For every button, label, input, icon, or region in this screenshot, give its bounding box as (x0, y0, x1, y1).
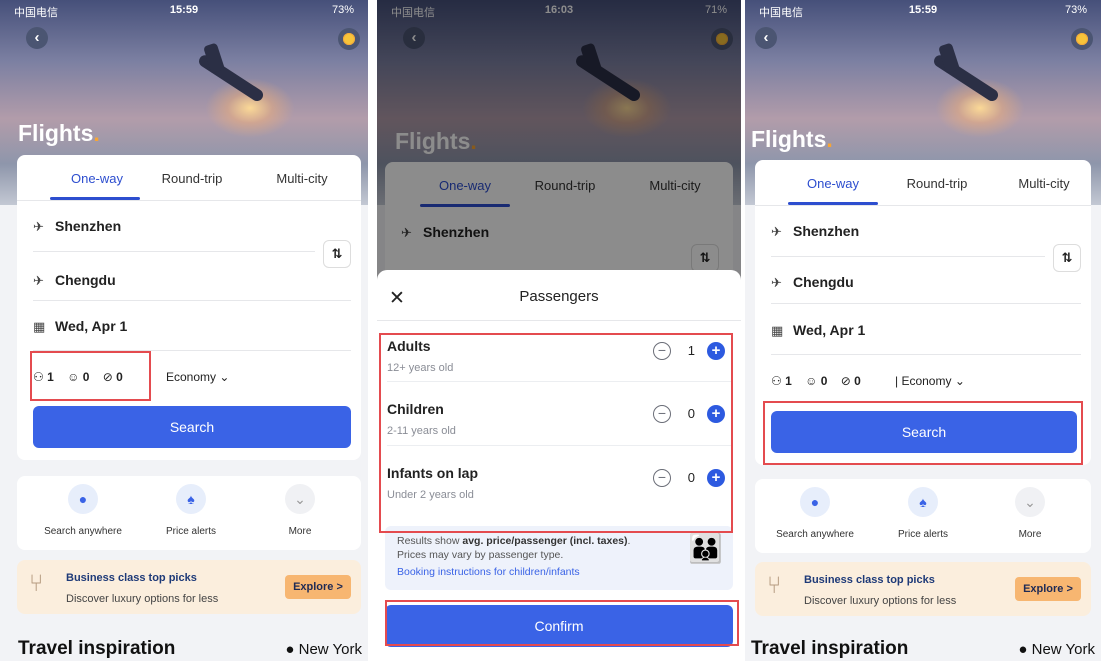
confirm-highlight-box (385, 600, 739, 646)
chevron-down-icon: ⌄ (1015, 487, 1045, 517)
passenger-highlight-box (30, 351, 151, 401)
destination-field[interactable]: ✈ Chengdu (33, 272, 116, 289)
explore-button[interactable]: Explore > (285, 575, 351, 599)
sheet-divider (377, 320, 741, 321)
child-icon: ☺ 0 (805, 374, 828, 388)
price-note: Results show avg. price/passenger (incl.… (385, 526, 733, 590)
promo-title: Business class top picks (804, 574, 935, 586)
origin-field[interactable]: ✈ Shenzhen (33, 218, 121, 235)
date-field[interactable]: ▦ Wed, Apr 1 (33, 318, 127, 335)
adult-count: 1 (785, 374, 792, 388)
promo-banner[interactable]: ⑂ Business class top picks Discover luxu… (17, 560, 361, 614)
swap-button[interactable]: ⇅ (323, 240, 351, 268)
cabin-selector[interactable]: Economy ⌄ (166, 370, 229, 384)
takeoff-icon: ✈ (33, 219, 44, 234)
search-button[interactable]: Search (33, 406, 351, 448)
date-field[interactable]: ▦ Wed, Apr 1 (771, 322, 865, 339)
tab-round-trip[interactable]: Round-trip (882, 176, 992, 191)
adult-icon: ⚇ 1 (771, 374, 792, 388)
note-text: Results show avg. price/passenger (incl.… (397, 535, 631, 561)
passenger-rows-highlight-box (379, 333, 733, 533)
shortcut-search-anywhere[interactable]: ● Search anywhere (33, 484, 133, 537)
battery-label: 73% (331, 4, 354, 16)
status-bar: 中国电信 15:59 73% (745, 0, 1101, 22)
screen-search-panel-1: 中国电信 15:59 73% ‹ Flights. One-way Round-… (0, 0, 368, 661)
origin-field[interactable]: ✈ Shenzhen (771, 223, 859, 240)
tab-round-trip[interactable]: Round-trip (137, 171, 247, 186)
infant-count: 0 (854, 374, 861, 388)
tab-one-way[interactable]: One-way (778, 176, 888, 191)
tab-multi-city[interactable]: Multi-city (247, 171, 357, 186)
screen-search-panel-3: 中国电信 15:59 73% ‹ Flights. One-way Round-… (745, 0, 1101, 661)
infant-icon: ⊘ 0 (840, 374, 861, 388)
seat-icon: ⑂ (29, 570, 44, 597)
coin-icon[interactable] (1071, 28, 1093, 50)
origin-divider (771, 256, 1045, 257)
location-selector[interactable]: ● New York (285, 641, 362, 658)
clock: 15:59 (908, 4, 938, 16)
destination-divider (771, 303, 1081, 304)
back-button[interactable]: ‹ (26, 27, 48, 49)
sheet-title: Passengers (519, 288, 599, 305)
promo-subtitle: Discover luxury options for less (804, 595, 957, 607)
seat-icon: ⑂ (767, 572, 782, 599)
shortcut-more[interactable]: ⌄ More (980, 487, 1080, 540)
globe-icon: ● (68, 484, 98, 514)
page-title: Flights. (18, 120, 100, 146)
passenger-selector[interactable]: ⚇ 1 ☺ 0 ⊘ 0 (771, 374, 871, 388)
origin-divider (33, 251, 315, 252)
shortcut-price-alerts[interactable]: ♠ Price alerts (873, 487, 973, 540)
shortcuts-card: ● Search anywhere ♠ Price alerts ⌄ More (755, 479, 1091, 553)
tabs-divider (17, 200, 361, 201)
destination-divider (33, 300, 351, 301)
bell-icon: ♠ (908, 487, 938, 517)
shortcut-more[interactable]: ⌄ More (250, 484, 350, 537)
explore-button[interactable]: Explore > (1015, 577, 1081, 601)
tab-one-way[interactable]: One-way (42, 171, 152, 186)
promo-subtitle: Discover luxury options for less (66, 593, 219, 605)
date-divider (771, 354, 1081, 355)
section-heading: Travel inspiration (18, 638, 176, 659)
cabin-selector[interactable]: | Economy ⌄ (895, 374, 965, 388)
shortcut-search-anywhere[interactable]: ● Search anywhere (765, 487, 865, 540)
battery-label: 73% (1064, 4, 1087, 16)
takeoff-icon: ✈ (771, 224, 782, 239)
coin-icon[interactable] (338, 28, 360, 50)
tab-multi-city[interactable]: Multi-city (989, 176, 1099, 191)
location-pin-icon: ● (1018, 641, 1028, 658)
chevron-down-icon: ⌄ (285, 484, 315, 514)
screen-passengers-modal: 中国电信 16:03 71% ‹ Flights. One-way Round-… (377, 0, 741, 661)
swap-button[interactable]: ⇅ (1053, 244, 1081, 272)
location-pin-icon: ● (285, 641, 295, 658)
landing-icon: ✈ (33, 273, 44, 288)
calendar-icon: ▦ (771, 323, 784, 338)
shortcuts-card: ● Search anywhere ♠ Price alerts ⌄ More (17, 476, 361, 550)
destination-field[interactable]: ✈ Chengdu (771, 274, 854, 291)
landing-icon: ✈ (771, 275, 782, 290)
search-card: One-way Round-trip Multi-city ✈ Shenzhen … (17, 155, 361, 460)
child-count: 0 (820, 374, 828, 388)
section-heading: Travel inspiration (751, 638, 909, 659)
page-title: Flights. (751, 126, 833, 152)
shortcut-price-alerts[interactable]: ♠ Price alerts (141, 484, 241, 537)
status-bar: 中国电信 15:59 73% (0, 0, 368, 22)
location-selector[interactable]: ● New York (1018, 641, 1095, 658)
clock: 15:59 (169, 4, 199, 16)
family-illustration: 👪 (688, 533, 723, 564)
tabs-divider (755, 205, 1091, 206)
booking-instructions-link[interactable]: Booking instructions for children/infant… (397, 566, 580, 578)
promo-banner[interactable]: ⑂ Business class top picks Discover luxu… (755, 562, 1091, 616)
globe-icon: ● (800, 487, 830, 517)
search-highlight-box (763, 401, 1083, 465)
promo-title: Business class top picks (66, 572, 197, 584)
bell-icon: ♠ (176, 484, 206, 514)
calendar-icon: ▦ (33, 319, 46, 334)
back-button[interactable]: ‹ (755, 27, 777, 49)
